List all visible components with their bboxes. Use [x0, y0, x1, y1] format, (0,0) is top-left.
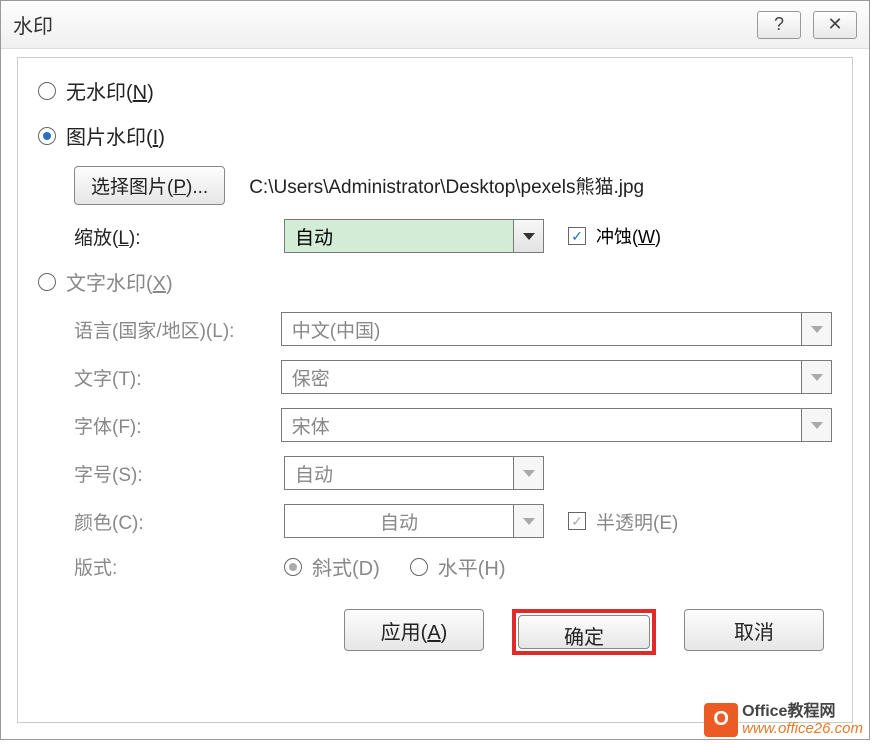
language-label: 语言(国家/地区)(L): — [74, 316, 281, 343]
horizontal-radio[interactable]: 水平(H) — [410, 552, 506, 581]
select-picture-button[interactable]: 选择图片(P)... — [74, 166, 225, 205]
horizontal-label: 水平(H) — [438, 552, 506, 581]
diagonal-label: 斜式(D) — [312, 552, 380, 581]
chevron-down-icon — [513, 220, 543, 252]
radio-icon — [38, 127, 56, 145]
language-value: 中文(中国) — [282, 316, 801, 343]
chevron-down-icon — [513, 505, 543, 537]
chevron-down-icon — [513, 457, 543, 489]
help-icon: ? — [774, 14, 784, 35]
site-name: Office教程网 — [742, 703, 863, 721]
size-value: 自动 — [285, 460, 513, 487]
color-value: 自动 — [285, 508, 513, 535]
color-combo[interactable]: 自动 — [284, 504, 544, 538]
checkbox-icon: ✓ — [568, 227, 586, 245]
scale-label: 缩放(L): — [74, 223, 284, 250]
layout-group: 斜式(D) 水平(H) — [284, 552, 506, 581]
close-icon: ✕ — [827, 14, 842, 35]
no-watermark-radio[interactable]: 无水印(N) — [38, 76, 832, 105]
chevron-down-icon — [801, 313, 831, 345]
picture-file-path: C:\Users\Administrator\Desktop\pexels熊猫.… — [249, 172, 644, 199]
font-value: 宋体 — [282, 412, 801, 439]
help-button[interactable]: ? — [757, 11, 801, 39]
radio-icon — [284, 558, 302, 576]
close-button[interactable]: ✕ — [813, 11, 857, 39]
text-label: 文字(T): — [74, 364, 281, 391]
washout-label: 冲蚀(W) — [596, 223, 661, 249]
checkbox-icon: ✓ — [568, 512, 586, 530]
picture-watermark-radio[interactable]: 图片水印(I) — [38, 121, 832, 150]
font-combo[interactable]: 宋体 — [281, 408, 832, 442]
titlebar: 水印 ? ✕ — [1, 1, 869, 49]
picture-watermark-label: 图片水印(I) — [66, 121, 165, 150]
text-watermark-label: 文字水印(X) — [66, 267, 173, 296]
site-url: www.office26.com — [742, 721, 863, 738]
language-combo[interactable]: 中文(中国) — [281, 312, 832, 346]
ok-button[interactable]: 确定 — [518, 615, 650, 649]
chevron-down-icon — [801, 409, 831, 441]
cancel-button[interactable]: 取消 — [684, 609, 824, 651]
dialog-content: 无水印(N) 图片水印(I) 选择图片(P)... C:\Users\Admin… — [17, 57, 853, 723]
layout-label: 版式: — [74, 553, 284, 580]
size-label: 字号(S): — [74, 460, 284, 487]
dialog-footer: 应用(A) 确定 取消 — [38, 609, 832, 655]
scale-combo[interactable]: 自动 — [284, 219, 544, 253]
radio-icon — [410, 558, 428, 576]
apply-button[interactable]: 应用(A) — [344, 609, 484, 651]
semitransparent-label: 半透明(E) — [596, 508, 678, 535]
dialog-title: 水印 — [13, 10, 53, 39]
site-text: Office教程网 www.office26.com — [742, 703, 863, 737]
diagonal-radio[interactable]: 斜式(D) — [284, 552, 380, 581]
titlebar-buttons: ? ✕ — [757, 11, 857, 39]
no-watermark-label: 无水印(N) — [66, 76, 154, 105]
chevron-down-icon — [801, 361, 831, 393]
size-combo[interactable]: 自动 — [284, 456, 544, 490]
text-value: 保密 — [282, 364, 801, 391]
semitransparent-checkbox[interactable]: ✓ 半透明(E) — [568, 508, 678, 535]
site-badge: O Office教程网 www.office26.com — [704, 703, 863, 737]
office-logo-icon: O — [704, 703, 738, 737]
font-label: 字体(F): — [74, 412, 281, 439]
text-combo[interactable]: 保密 — [281, 360, 832, 394]
text-watermark-radio[interactable]: 文字水印(X) — [38, 267, 832, 296]
watermark-dialog: 水印 ? ✕ 无水印(N) 图片水印(I) 选择图片(P)... C:\User… — [0, 0, 870, 740]
color-label: 颜色(C): — [74, 508, 284, 535]
scale-value: 自动 — [285, 223, 513, 250]
radio-icon — [38, 273, 56, 291]
radio-icon — [38, 82, 56, 100]
ok-highlight: 确定 — [512, 609, 656, 655]
washout-checkbox[interactable]: ✓ 冲蚀(W) — [568, 223, 661, 249]
